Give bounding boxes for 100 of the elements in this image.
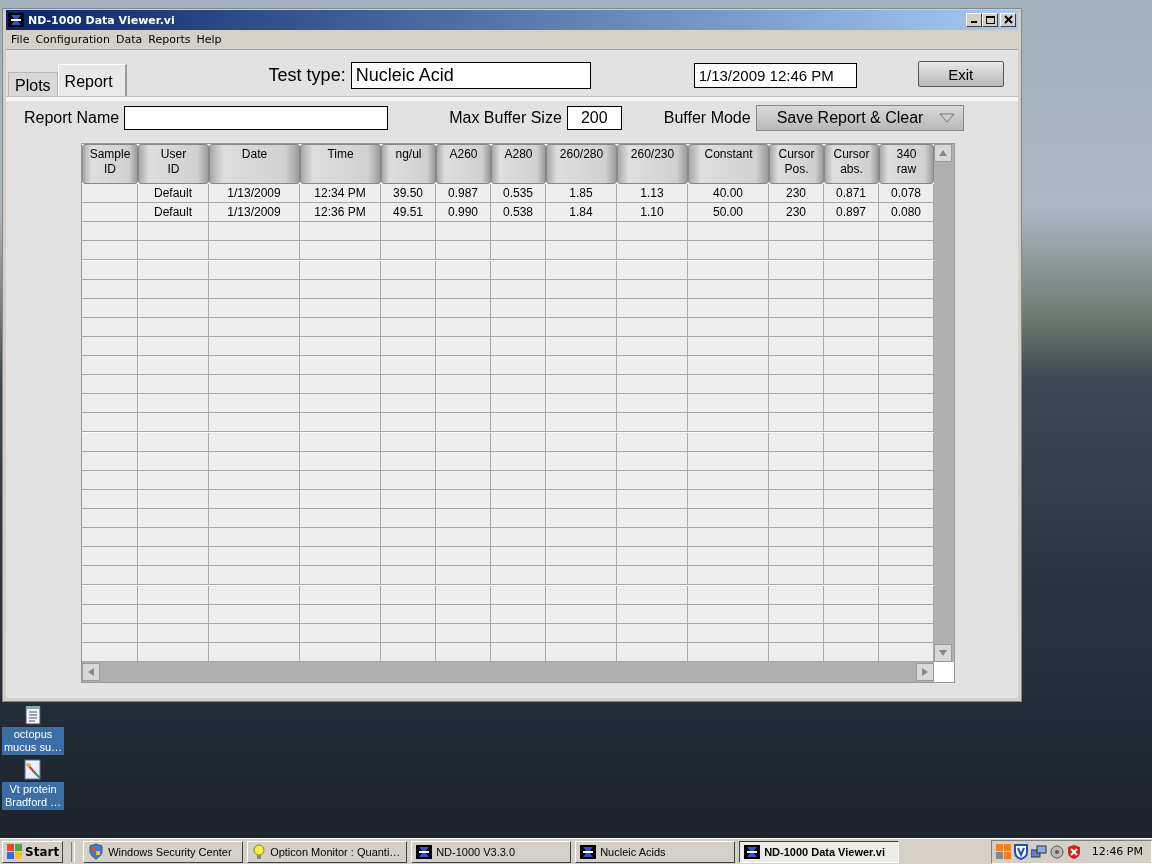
table-cell xyxy=(381,432,436,452)
minimize-button[interactable] xyxy=(966,13,982,27)
buffer-mode-dropdown[interactable]: Save Report & Clear xyxy=(755,105,964,131)
report-name-field[interactable] xyxy=(124,106,389,130)
max-buffer-size-field[interactable]: 200 xyxy=(566,106,622,130)
menu-item[interactable]: Data xyxy=(113,33,146,46)
column-header[interactable]: Constant xyxy=(688,144,769,184)
column-header[interactable]: ng/ul xyxy=(381,144,436,184)
table-cell xyxy=(82,566,138,586)
taskbar-button[interactable]: Nucleic Acids xyxy=(575,840,736,863)
disc-icon[interactable] xyxy=(1049,844,1064,859)
table-cell xyxy=(138,222,209,242)
column-header[interactable]: User ID xyxy=(138,144,209,184)
table-cell xyxy=(824,509,879,528)
tab[interactable]: Plots xyxy=(8,72,58,96)
column-header[interactable]: Time xyxy=(300,144,381,184)
table-cell xyxy=(546,375,617,395)
tab[interactable]: Report xyxy=(57,64,127,96)
close-button[interactable] xyxy=(1000,13,1016,27)
table-cell xyxy=(491,413,546,433)
column-header[interactable]: 260/230 xyxy=(617,144,688,184)
menu-item[interactable]: Configuration xyxy=(32,33,114,46)
table-cell xyxy=(381,547,436,567)
start-button[interactable]: Start xyxy=(2,840,64,863)
table-cell xyxy=(138,394,209,414)
table-cell xyxy=(879,547,934,567)
table-cell xyxy=(436,432,491,452)
table-cell xyxy=(824,241,879,261)
taskbar-button[interactable]: ND-1000 Data Viewer.vi xyxy=(739,840,900,863)
shield-icon[interactable] xyxy=(1066,843,1081,860)
table-cell xyxy=(824,566,879,586)
table-cell xyxy=(491,260,546,280)
table-cell: 0.990 xyxy=(436,203,491,223)
down-arrow-icon xyxy=(939,649,947,657)
table-cell xyxy=(769,585,824,605)
taskbar-button[interactable]: ND-1000 V3.3.0 xyxy=(411,840,572,863)
exit-button[interactable]: Exit xyxy=(917,61,1004,87)
table-cell xyxy=(491,356,546,376)
column-header[interactable]: 260/280 xyxy=(546,144,617,184)
table-cell: 39.50 xyxy=(381,184,436,204)
table-cell xyxy=(82,203,138,223)
table-cell xyxy=(491,222,546,242)
column-header[interactable]: A280 xyxy=(491,144,546,184)
table-cell: 0.987 xyxy=(436,184,491,204)
table-cell: 50.00 xyxy=(688,203,769,223)
column-header[interactable]: 340 raw xyxy=(879,144,934,184)
table-cell xyxy=(769,260,824,280)
desktop-icon-label[interactable]: Vt protein Bradford … xyxy=(2,782,64,810)
table-cell xyxy=(436,260,491,280)
maximize-button[interactable] xyxy=(982,13,998,27)
table-cell: 0.080 xyxy=(879,203,934,223)
column-header[interactable]: A260 xyxy=(436,144,491,184)
column-header[interactable]: Cursor Pos. xyxy=(769,144,824,184)
dropdown-arrow-icon xyxy=(938,113,955,123)
table-cell: 0.538 xyxy=(491,203,546,223)
table-cell xyxy=(138,432,209,452)
up-arrow-icon xyxy=(939,149,947,157)
table-cell xyxy=(138,547,209,567)
table-cell xyxy=(138,241,209,261)
column-header[interactable]: Date xyxy=(209,144,300,184)
table-cell xyxy=(824,585,879,605)
taskbar-button[interactable]: Opticon Monitor : Quanti… xyxy=(247,840,408,863)
table-cell xyxy=(546,222,617,242)
table-cell xyxy=(769,394,824,414)
menu-item[interactable]: Help xyxy=(193,33,225,46)
table-cell xyxy=(546,585,617,605)
table-cell xyxy=(491,509,546,528)
column-header[interactable]: Sample ID xyxy=(82,144,138,184)
table-cell xyxy=(381,394,436,414)
left-arrow-icon xyxy=(87,668,95,676)
table-cell xyxy=(491,241,546,261)
menu-item[interactable]: Reports xyxy=(145,33,194,46)
table-cell xyxy=(138,260,209,280)
network-icon[interactable] xyxy=(1030,844,1047,859)
table-cell xyxy=(769,528,824,548)
maximize-icon xyxy=(984,15,996,25)
test-type-label: Test type: xyxy=(268,65,346,86)
taskbar-button[interactable]: Windows Security Center xyxy=(83,840,244,863)
table-cell: 0.078 xyxy=(879,184,934,204)
table-cell xyxy=(436,585,491,605)
document-icon[interactable] xyxy=(24,706,42,725)
column-header[interactable]: Cursor abs. xyxy=(824,144,879,184)
table-cell xyxy=(436,356,491,376)
table-cell xyxy=(381,222,436,242)
desktop-icon-label[interactable]: octopus mucus su… xyxy=(2,727,64,755)
menu-item[interactable]: File xyxy=(8,33,33,46)
table-cell xyxy=(546,528,617,548)
table-cell xyxy=(617,509,688,528)
table-cell xyxy=(879,241,934,261)
table-cell: 1.13 xyxy=(617,184,688,204)
table-cell xyxy=(879,356,934,376)
table-cell xyxy=(381,241,436,261)
table-cell: 49.51 xyxy=(381,203,436,223)
table-cell xyxy=(436,509,491,528)
windows-logo-icon xyxy=(6,843,23,860)
shield-icon[interactable] xyxy=(1013,843,1028,860)
table-cell xyxy=(436,413,491,433)
table-cell xyxy=(617,566,688,586)
image-file-icon[interactable] xyxy=(23,759,43,780)
table-cell xyxy=(546,413,617,433)
